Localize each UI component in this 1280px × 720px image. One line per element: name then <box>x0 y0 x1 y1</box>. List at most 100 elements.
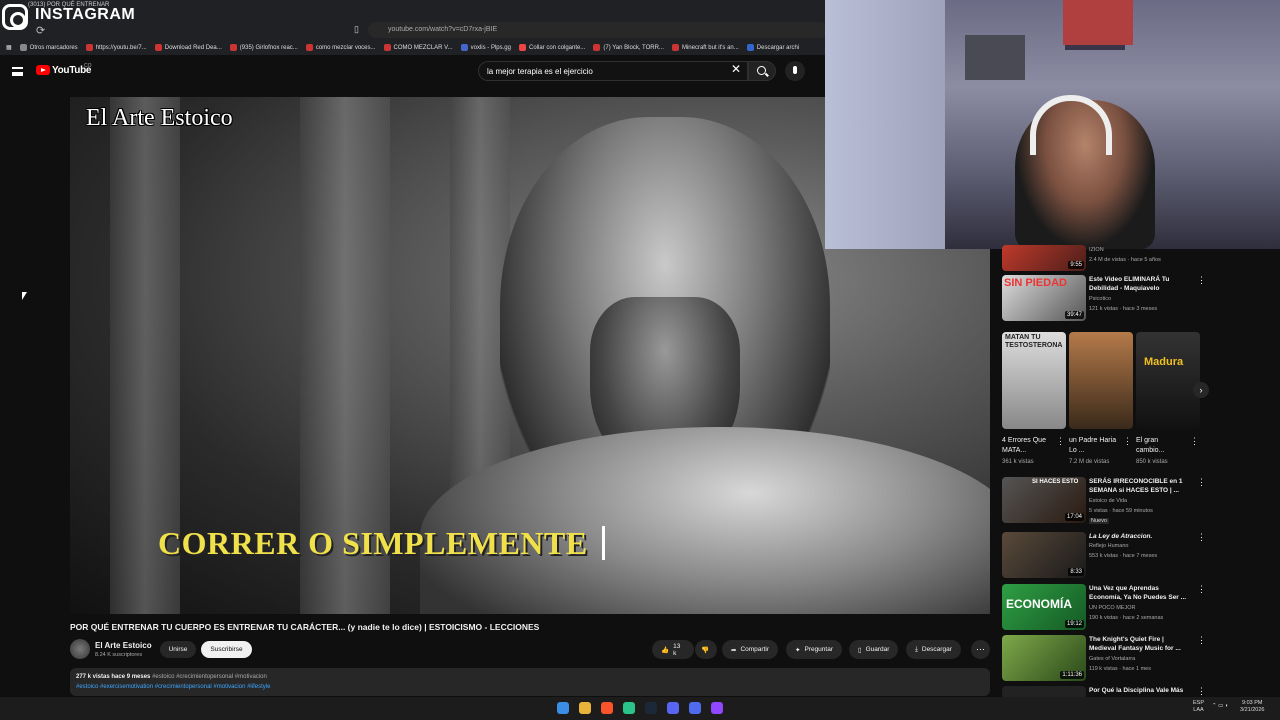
ask-label: Preguntar <box>804 646 833 653</box>
channel-name[interactable]: UN POCO MEJOR <box>1089 605 1135 611</box>
share-label: Compartir <box>740 646 769 653</box>
download-button[interactable]: ⤓ Descargar <box>906 640 961 659</box>
bookmark-item[interactable]: Minecraft but it's an... <box>671 44 739 51</box>
more-options-icon[interactable]: ⋮ <box>1056 436 1065 447</box>
more-options-icon[interactable]: ⋮ <box>1123 436 1132 447</box>
video-thumbnail[interactable]: 1:11:36 <box>1002 635 1086 681</box>
short-thumbnail[interactable] <box>1069 332 1133 429</box>
language-indicator[interactable]: ESP LAA <box>1193 700 1204 714</box>
more-options-icon[interactable]: ⋮ <box>1197 686 1206 697</box>
bookmark-item[interactable]: Descargar archi <box>746 44 799 51</box>
thumbs-up-icon: 👍 <box>661 646 670 654</box>
subscribe-button[interactable]: Suscribirse <box>201 641 252 658</box>
bookmark-item[interactable]: https://youtu.be/7... <box>85 44 147 51</box>
short-title[interactable]: El gran cambio... <box>1136 436 1186 456</box>
video-title[interactable]: The Knight's Quiet Fire | Medieval Fanta… <box>1089 635 1189 653</box>
video-title[interactable]: La Ley de Atraccion. <box>1089 532 1189 541</box>
video-meta: 190 k vistas · hace 2 semanas <box>1089 615 1164 621</box>
video-thumbnail[interactable]: 8:33 <box>1002 532 1086 578</box>
like-button[interactable]: 👍 13 k <box>652 640 694 659</box>
short-title[interactable]: 4 Errores Que MATA... <box>1002 436 1052 456</box>
video-meta: 553 k vistas · hace 7 meses <box>1089 553 1158 559</box>
video-duration: 39:47 <box>1064 311 1084 319</box>
clock-date: 3/21/2026 <box>1240 707 1265 713</box>
twitch-icon[interactable] <box>711 702 723 714</box>
video-title[interactable]: Este Video ELIMINARÁ Tu Debilidad - Maqu… <box>1089 275 1189 293</box>
short-views: 361 k vistas <box>1002 459 1034 465</box>
sparkle-icon: ✦ <box>795 646 801 654</box>
save-button[interactable]: ▯ Guardar <box>849 640 899 659</box>
app-icon[interactable] <box>623 702 635 714</box>
bookmark-item[interactable]: (7) Yan Block, TORR... <box>593 44 664 51</box>
channel-name[interactable]: Gates of Vortalarra <box>1089 656 1135 662</box>
short-views: 850 k vistas <box>1136 459 1168 465</box>
hashtags-line2[interactable]: #estoico #exercisemotivation #crecimient… <box>76 682 984 692</box>
clear-search-icon[interactable]: ✕ <box>731 62 741 76</box>
more-options-icon[interactable]: ⋮ <box>1190 436 1199 447</box>
more-options-icon[interactable]: ⋮ <box>1197 477 1206 488</box>
share-button[interactable]: ➦ Compartir <box>722 640 778 659</box>
more-options-icon[interactable]: ⋮ <box>1197 584 1206 595</box>
reload-icon[interactable]: ⟳ <box>36 24 45 37</box>
channel-name[interactable]: Reflejo Humano <box>1089 543 1128 549</box>
bookmark-item[interactable]: Otros marcadores <box>19 44 78 51</box>
subscriber-count: 8.24 K suscriptores <box>95 652 143 658</box>
mouse-cursor-icon <box>22 292 27 300</box>
voice-search-icon[interactable] <box>785 61 805 81</box>
more-options-icon[interactable]: ⋮ <box>1197 275 1206 286</box>
channel-name[interactable]: Psicotico <box>1089 296 1111 302</box>
steam-icon[interactable] <box>645 702 657 714</box>
video-meta: 2.4 M de vistas · hace 5 años <box>1089 257 1161 263</box>
video-title[interactable]: Por Qué la Disciplina Vale Más <box>1089 686 1189 695</box>
bookmark-item[interactable]: Download Red Dea... <box>154 44 222 51</box>
system-icons[interactable]: ⌃ ▭ ◖ <box>1212 703 1228 710</box>
brave-browser-icon[interactable] <box>601 702 613 714</box>
description-box[interactable]: 277 k vistas hace 9 meses #estoico #crec… <box>70 668 990 696</box>
file-explorer-icon[interactable] <box>579 702 591 714</box>
video-duration: 17:04 <box>1064 513 1084 521</box>
bookmark-item[interactable]: COMO MEZCLAR V... <box>383 44 453 51</box>
bookmark-item[interactable]: Collar con colgante... <box>518 44 585 51</box>
video-thumbnail[interactable]: SIN PIEDAD 39:47 <box>1002 275 1086 321</box>
hashtags-line1[interactable]: #estoico #crecimientopersonal #motivacio… <box>152 674 267 680</box>
short-thumbnail[interactable]: MATAN TU TESTOSTERONA <box>1002 332 1066 429</box>
shorts-next-arrow-icon[interactable]: › <box>1193 382 1209 398</box>
windows-start-icon[interactable] <box>557 702 569 714</box>
channel-avatar[interactable] <box>70 639 90 659</box>
youtube-logo-icon[interactable] <box>36 65 50 75</box>
more-options-icon[interactable]: ⋮ <box>1197 532 1206 543</box>
channel-name: IZION <box>1089 247 1104 253</box>
bookmark-item[interactable]: como mezclar voces... <box>305 44 376 51</box>
video-title[interactable]: Una Vez que Aprendas Economía, Ya No Pue… <box>1089 584 1189 602</box>
more-actions-icon[interactable]: ⋯ <box>971 640 990 659</box>
wall-poster <box>965 35 1025 80</box>
ask-button[interactable]: ✦ Preguntar <box>786 640 842 659</box>
clock[interactable]: 9:03 PM 3/21/2026 <box>1240 700 1264 714</box>
short-title[interactable]: un Padre Haria Lo ... <box>1069 436 1119 456</box>
bookmark-item[interactable]: (935) Girlofnox reac... <box>229 44 298 51</box>
bookmarks-bar: ▦ Otros marcadores https://youtu.be/7...… <box>0 40 826 55</box>
more-options-icon[interactable]: ⋮ <box>1197 635 1206 646</box>
video-thumbnail[interactable]: ECONOMÍA 19:12 <box>1002 584 1086 630</box>
window-light <box>825 0 945 249</box>
video-thumbnail[interactable]: SI HACES ESTO 17:04 <box>1002 477 1086 523</box>
apps-icon[interactable]: ▦ <box>6 44 12 51</box>
menu-icon[interactable] <box>12 67 23 76</box>
bookmark-item[interactable]: voxlis - Plps.gg <box>460 44 511 51</box>
video-title[interactable]: SERÁS IRRECONOCIBLE en 1 SEMANA si HACES… <box>1089 477 1189 495</box>
like-count: 13 k <box>673 642 681 657</box>
discord-icon[interactable] <box>667 702 679 714</box>
dislike-button[interactable]: 👎 <box>695 640 717 659</box>
app-icon[interactable] <box>689 702 701 714</box>
short-thumbnail[interactable]: Madura <box>1136 332 1200 429</box>
burned-subtitle: CORRER O SIMPLEMENTE <box>158 525 588 561</box>
channel-name-main[interactable]: El Arte Estoico <box>95 641 152 650</box>
channel-name[interactable]: Estoico de Vida <box>1089 498 1127 504</box>
search-button[interactable] <box>748 61 776 81</box>
search-input[interactable]: la mejor terapia es el ejercicio <box>478 61 748 81</box>
video-title-main: POR QUÉ ENTRENAR TU CUERPO ES ENTRENAR T… <box>70 622 540 632</box>
bookmark-icon[interactable]: ▯ <box>354 24 359 35</box>
join-button[interactable]: Unirse <box>160 641 196 658</box>
address-bar[interactable]: youtube.com/watch?v=cD7rxa-jBIE <box>368 22 828 38</box>
video-thumbnail[interactable]: 9:55 <box>1002 245 1086 271</box>
